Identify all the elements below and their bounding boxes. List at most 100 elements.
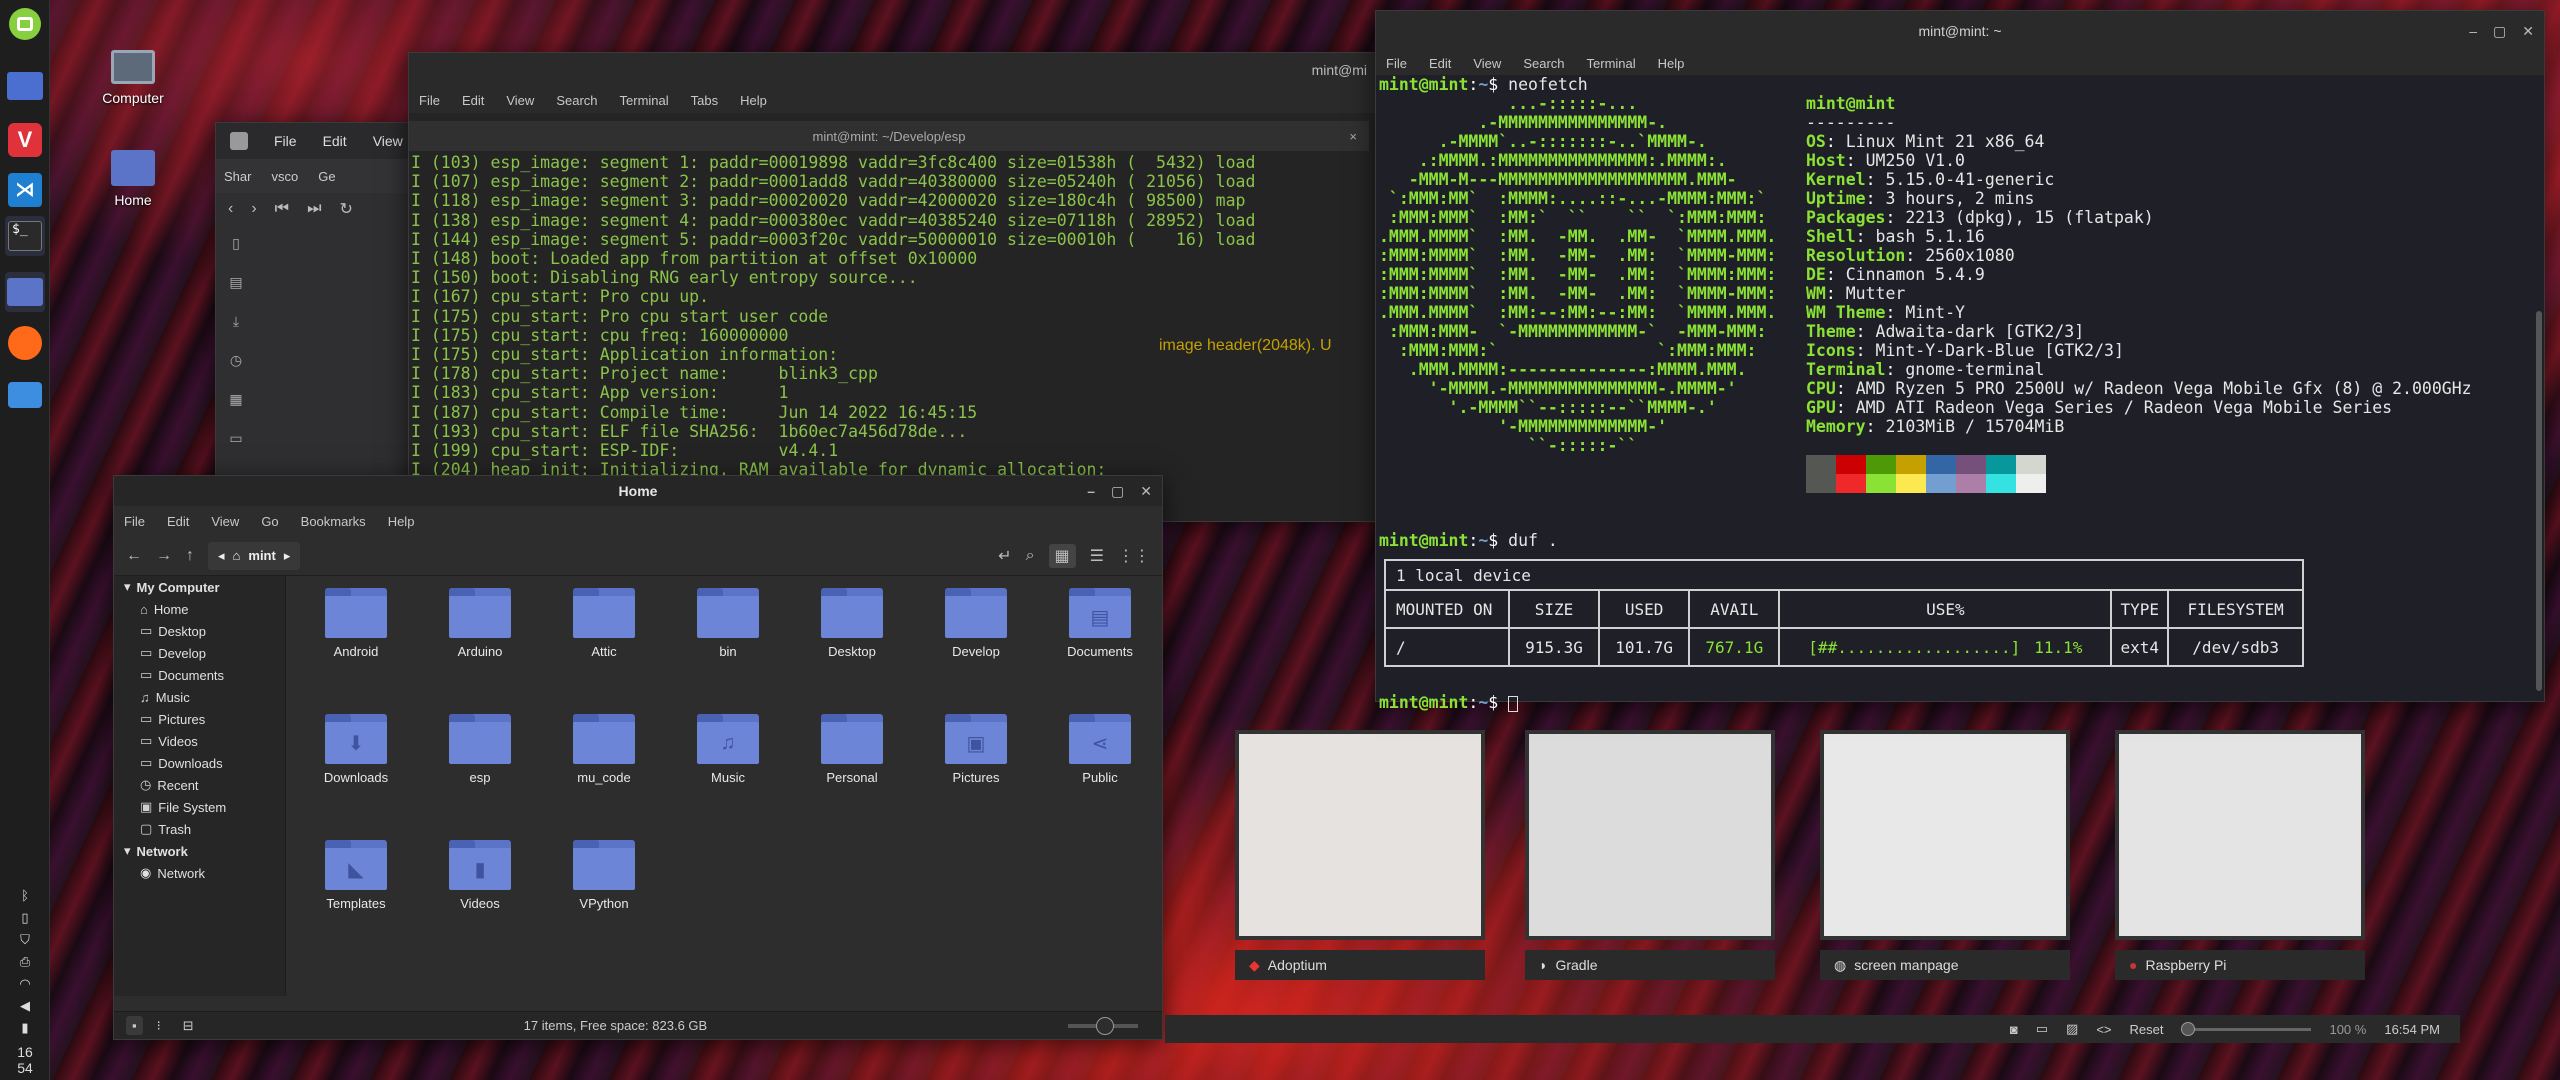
- term-back-menu-file[interactable]: File: [419, 93, 440, 108]
- sidebar-item-videos[interactable]: ▭ Videos: [114, 730, 285, 752]
- files-menu-go[interactable]: Go: [261, 514, 278, 529]
- hide-sidebar-icon[interactable]: ⊟: [183, 1018, 194, 1034]
- sidebar-item-music[interactable]: ♫ Music: [114, 686, 285, 708]
- up-arrow-icon[interactable]: ↑: [186, 547, 194, 565]
- browser-menu-file[interactable]: File: [274, 133, 297, 149]
- folder-item[interactable]: ⬇ Downloads: [294, 714, 418, 785]
- terminal-tab-title[interactable]: mint@mint: ~/Develop/esp: [812, 129, 965, 144]
- expand-triangle-icon[interactable]: ▾: [124, 843, 131, 859]
- sidebar-item-file-system[interactable]: ▣ File System: [114, 796, 285, 818]
- folder-item[interactable]: esp: [418, 714, 542, 785]
- sidebar-item-develop[interactable]: ▭ Develop: [114, 642, 285, 664]
- rewind-icon[interactable]: ⏮: [275, 200, 289, 218]
- folder-item[interactable]: bin: [666, 588, 790, 659]
- folder-item[interactable]: Arduino: [418, 588, 542, 659]
- term-back-menu-search[interactable]: Search: [556, 93, 597, 108]
- reload-icon[interactable]: ↻: [339, 199, 352, 219]
- folder-item[interactable]: ◣ Templates: [294, 840, 418, 911]
- battery-icon[interactable]: ▮: [0, 1020, 50, 1036]
- window-panel-icon[interactable]: ▭: [229, 430, 242, 447]
- vivaldi-icon[interactable]: V: [5, 120, 45, 160]
- window-thumbnail[interactable]: [2115, 730, 2365, 940]
- files-menu-view[interactable]: View: [211, 514, 239, 529]
- files-menu-file[interactable]: File: [124, 514, 145, 529]
- clipboard-icon[interactable]: ▯: [0, 910, 50, 926]
- desktop-home[interactable]: Home: [78, 150, 188, 208]
- sidebar-item-recent[interactable]: ◷ Recent: [114, 774, 285, 796]
- browser-menu-edit[interactable]: Edit: [323, 133, 347, 149]
- location-label[interactable]: mint: [248, 548, 275, 563]
- window-thumbnail[interactable]: [1820, 730, 2070, 940]
- minimize-icon[interactable]: –: [1087, 483, 1095, 500]
- term-back-menu-help[interactable]: Help: [740, 93, 767, 108]
- reset-zoom-button[interactable]: Reset: [2130, 1022, 2164, 1037]
- zoom-level[interactable]: 100 %: [2329, 1022, 2366, 1037]
- sidebar-item-desktop[interactable]: ▭ Desktop: [114, 620, 285, 642]
- page-zoom-handle[interactable]: [2181, 1021, 2196, 1036]
- browser-tab[interactable]: vsco: [271, 169, 298, 184]
- volume-icon[interactable]: ◀: [0, 998, 50, 1014]
- page-zoom-slider[interactable]: [2181, 1021, 2312, 1036]
- zoom-slider-handle[interactable]: [1096, 1016, 1114, 1035]
- chevron-right-icon[interactable]: ▸: [284, 548, 291, 564]
- folder-item[interactable]: Personal: [790, 714, 914, 785]
- terminal-scrollbar[interactable]: [2536, 311, 2542, 691]
- files-menu-edit[interactable]: Edit: [167, 514, 189, 529]
- sidebar-section-my-computer[interactable]: ▾ My Computer: [114, 576, 285, 598]
- folder-item[interactable]: ▣ Pictures: [914, 714, 1038, 785]
- show-places-icon[interactable]: ▪: [126, 1016, 143, 1035]
- term-menu-view[interactable]: View: [1473, 56, 1501, 71]
- close-icon[interactable]: ✕: [2522, 23, 2534, 40]
- files-menu-bookmarks[interactable]: Bookmarks: [301, 514, 366, 529]
- folder-item[interactable]: Develop: [914, 588, 1038, 659]
- bluetooth-icon[interactable]: ᛒ: [0, 888, 50, 903]
- back-icon[interactable]: ‹: [228, 200, 233, 218]
- screenshot-icon[interactable]: [5, 375, 45, 415]
- downloads-icon[interactable]: ⤓: [233, 313, 239, 330]
- term-menu-terminal[interactable]: Terminal: [1587, 56, 1636, 71]
- toggle-location-icon[interactable]: ↵: [998, 546, 1011, 566]
- desktop-computer[interactable]: Computer: [78, 50, 188, 106]
- reading-list-icon[interactable]: ▤: [229, 274, 242, 291]
- compact-view-icon[interactable]: ⋮⋮: [1118, 546, 1150, 566]
- term-back-menu-terminal[interactable]: Terminal: [620, 93, 669, 108]
- shield-icon[interactable]: ⛉: [0, 932, 50, 948]
- show-desktop-icon[interactable]: [5, 66, 45, 106]
- thumbnail-caption[interactable]: ◗ Gradle: [1525, 950, 1775, 980]
- folder-item[interactable]: VPython: [542, 840, 666, 911]
- folder-item[interactable]: ⋖ Public: [1038, 714, 1162, 785]
- term-menu-help[interactable]: Help: [1658, 56, 1685, 71]
- folder-item[interactable]: Attic: [542, 588, 666, 659]
- window-thumbnail[interactable]: [1525, 730, 1775, 940]
- maximize-icon[interactable]: ▢: [1111, 483, 1124, 500]
- location-breadcrumb[interactable]: ◂ ⌂ mint ▸: [208, 541, 301, 570]
- folder-item[interactable]: mu_code: [542, 714, 666, 785]
- window-thumbnail[interactable]: [1235, 730, 1485, 940]
- list-view-icon[interactable]: ☰: [1090, 546, 1104, 566]
- printer-icon[interactable]: ⎙: [0, 954, 50, 970]
- sidebar-item-trash[interactable]: ▢ Trash: [114, 818, 285, 840]
- search-icon[interactable]: ⌕: [1026, 547, 1035, 565]
- forward-icon[interactable]: ›: [251, 200, 256, 218]
- expand-triangle-icon[interactable]: ▾: [124, 579, 131, 595]
- forward-arrow-icon[interactable]: →: [156, 547, 172, 565]
- files-icon[interactable]: [5, 272, 45, 312]
- folder-item[interactable]: ▤ Documents: [1038, 588, 1162, 659]
- maximize-icon[interactable]: ▢: [2493, 23, 2506, 40]
- clock-minute[interactable]: 54: [0, 1060, 50, 1076]
- close-icon[interactable]: ✕: [1140, 483, 1152, 500]
- sidebar-item-pictures[interactable]: ▭ Pictures: [114, 708, 285, 730]
- image-icon[interactable]: ▨: [2066, 1021, 2078, 1037]
- icon-view-icon[interactable]: ▦: [1048, 543, 1076, 568]
- firefox-icon[interactable]: [5, 323, 45, 363]
- notes-icon[interactable]: ▦: [229, 391, 242, 408]
- folder-item[interactable]: Android: [294, 588, 418, 659]
- back-arrow-icon[interactable]: ←: [126, 547, 142, 565]
- zoom-slider[interactable]: [1068, 1016, 1138, 1035]
- term-menu-edit[interactable]: Edit: [1429, 56, 1451, 71]
- sidebar-item-home[interactable]: ⌂ Home: [114, 598, 285, 620]
- sidebar-item-network[interactable]: ◉ Network: [114, 862, 285, 884]
- term-back-menu-tabs[interactable]: Tabs: [691, 93, 718, 108]
- wifi-icon[interactable]: ◠: [0, 976, 50, 992]
- show-treeview-icon[interactable]: ⁝: [157, 1018, 161, 1034]
